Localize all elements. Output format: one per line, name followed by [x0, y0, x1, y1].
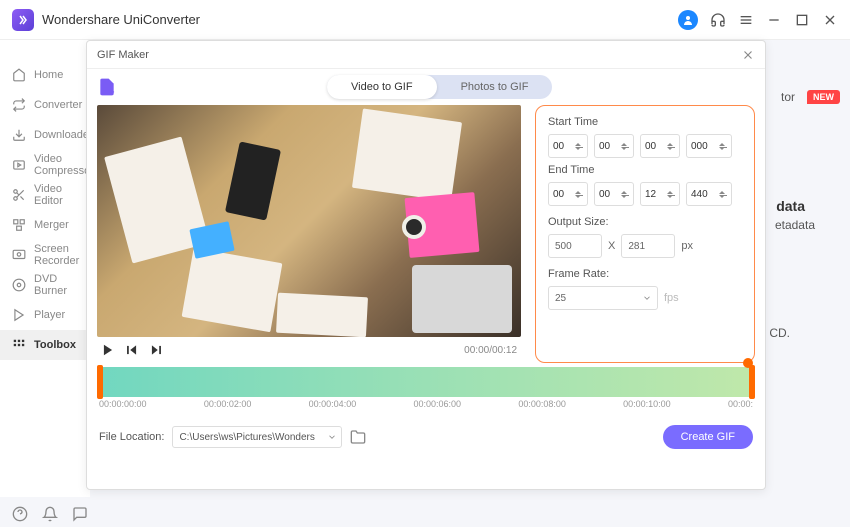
start-time-label: Start Time — [548, 116, 742, 128]
start-mm-input[interactable]: 00 — [594, 134, 634, 158]
chevron-down-icon — [642, 293, 652, 303]
modal-title: GIF Maker — [97, 49, 149, 61]
video-preview[interactable] — [97, 105, 521, 337]
start-ss-input[interactable]: 00 — [640, 134, 680, 158]
scissors-icon — [12, 188, 26, 202]
sidebar: Home Converter Downloader Video Compress… — [0, 40, 90, 497]
support-icon[interactable] — [710, 12, 726, 28]
sidebar-item-recorder[interactable]: Screen Recorder — [0, 240, 90, 270]
feedback-icon[interactable] — [72, 506, 88, 522]
timeline-end-handle[interactable] — [749, 365, 755, 399]
browse-folder-icon[interactable] — [350, 429, 366, 445]
bg-text: CD. — [769, 326, 790, 340]
sidebar-item-toolbox[interactable]: Toolbox — [0, 330, 90, 360]
time-display: 00:00/00:12 — [464, 345, 517, 356]
start-ms-input[interactable]: 000 — [686, 134, 732, 158]
sidebar-item-editor[interactable]: Video Editor — [0, 180, 90, 210]
end-hh-input[interactable]: 00 — [548, 182, 588, 206]
sidebar-item-merger[interactable]: Merger — [0, 210, 90, 240]
sidebar-item-downloader[interactable]: Downloader — [0, 120, 90, 150]
sidebar-item-label: Screen Recorder — [34, 243, 79, 267]
converter-icon — [12, 98, 26, 112]
next-frame-icon[interactable] — [149, 343, 163, 357]
sidebar-item-home[interactable]: Home — [0, 60, 90, 90]
maximize-icon[interactable] — [794, 12, 810, 28]
timeline-ticks: 00:00:00:00 00:00:02:00 00:00:04:00 00:0… — [97, 397, 755, 417]
sidebar-item-label: Video Editor — [34, 183, 78, 207]
close-window-icon[interactable] — [822, 12, 838, 28]
add-file-icon[interactable]: + — [97, 77, 117, 97]
bg-text: data — [776, 198, 805, 214]
sidebar-item-label: Downloader — [34, 129, 93, 141]
help-icon[interactable] — [12, 506, 28, 522]
sidebar-item-label: Player — [34, 309, 65, 321]
timeline-start-handle[interactable] — [97, 365, 103, 399]
mode-tabs: Video to GIF Photos to GIF — [327, 75, 552, 99]
end-mm-input[interactable]: 00 — [594, 182, 634, 206]
framerate-select[interactable]: 25 — [548, 286, 658, 310]
close-icon[interactable] — [741, 48, 755, 62]
tab-photos-to-gif[interactable]: Photos to GIF — [437, 75, 553, 99]
tab-video-to-gif[interactable]: Video to GIF — [327, 75, 437, 99]
minimize-icon[interactable] — [766, 12, 782, 28]
height-input[interactable]: 281 — [621, 234, 675, 258]
settings-panel: Start Time 00 00 00 000 End Time 00 00 1… — [535, 105, 755, 363]
account-avatar-icon[interactable] — [678, 10, 698, 30]
app-title: Wondershare UniConverter — [42, 12, 200, 27]
width-input[interactable]: 500 — [548, 234, 602, 258]
start-hh-input[interactable]: 00 — [548, 134, 588, 158]
sidebar-item-dvd[interactable]: DVD Burner — [0, 270, 90, 300]
home-icon — [12, 68, 26, 82]
x-separator: X — [608, 240, 615, 252]
svg-text:+: + — [109, 87, 115, 97]
prev-frame-icon[interactable] — [125, 343, 139, 357]
end-time-label: End Time — [548, 164, 742, 176]
sidebar-item-label: Video Compressor — [34, 153, 94, 177]
notification-icon[interactable] — [42, 506, 58, 522]
titlebar: Wondershare UniConverter — [0, 0, 850, 40]
bottom-bar — [12, 506, 88, 522]
sidebar-item-compressor[interactable]: Video Compressor — [0, 150, 90, 180]
framerate-label: Frame Rate: — [548, 268, 742, 280]
gif-maker-modal: GIF Maker + Video to GIF Photos to GIF — [86, 40, 766, 490]
compress-icon — [12, 158, 26, 172]
sidebar-item-converter[interactable]: Converter — [0, 90, 90, 120]
chevron-down-icon — [327, 432, 337, 442]
download-icon — [12, 128, 26, 142]
bg-text: etadata — [775, 218, 815, 232]
bg-text: tor — [781, 90, 795, 104]
sidebar-item-label: Merger — [34, 219, 69, 231]
sidebar-item-label: Converter — [34, 99, 82, 111]
end-ss-input[interactable]: 12 — [640, 182, 680, 206]
modal-header: GIF Maker — [87, 41, 765, 69]
sidebar-item-player[interactable]: Player — [0, 300, 90, 330]
output-size-label: Output Size: — [548, 216, 742, 228]
sidebar-item-label: Home — [34, 69, 63, 81]
file-location-label: File Location: — [99, 431, 164, 443]
merger-icon — [12, 218, 26, 232]
file-location-input[interactable]: C:\Users\ws\Pictures\Wonders — [172, 426, 342, 448]
timeline-track[interactable] — [97, 367, 755, 397]
toolbox-icon — [12, 338, 26, 352]
timeline-playhead[interactable] — [743, 358, 753, 368]
create-gif-button[interactable]: Create GIF — [663, 425, 753, 449]
end-ms-input[interactable]: 440 — [686, 182, 732, 206]
sidebar-item-label: Toolbox — [34, 339, 76, 351]
play-button-icon[interactable] — [101, 343, 115, 357]
sidebar-item-label: DVD Burner — [34, 273, 78, 297]
app-logo-icon — [12, 9, 34, 31]
menu-icon[interactable] — [738, 12, 754, 28]
new-badge: NEW — [807, 90, 840, 104]
play-icon — [12, 308, 26, 322]
recorder-icon — [12, 248, 26, 262]
px-label: px — [681, 240, 693, 252]
disc-icon — [12, 278, 26, 292]
fps-label: fps — [664, 292, 679, 304]
